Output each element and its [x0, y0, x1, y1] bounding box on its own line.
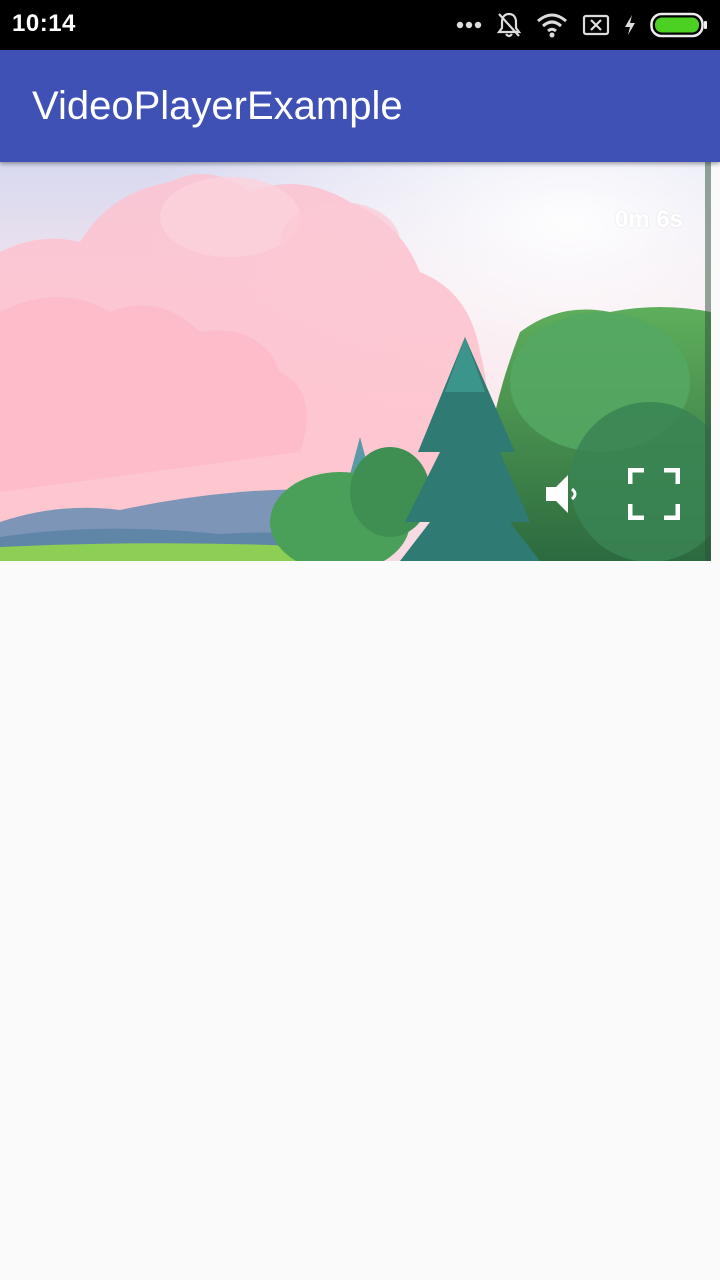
wifi-icon [536, 12, 568, 38]
notifications-off-icon [496, 11, 522, 39]
status-bar: 10:14 [0, 0, 720, 50]
video-time-label: 0m 6s [614, 206, 683, 233]
status-icons [456, 10, 708, 40]
no-sim-icon [582, 14, 610, 36]
volume-icon [544, 471, 584, 521]
volume-button[interactable] [536, 468, 592, 524]
video-frame [0, 162, 711, 561]
battery-icon [650, 12, 708, 38]
fullscreen-icon [627, 467, 681, 524]
charging-bolt-icon [624, 14, 636, 36]
more-dots-icon [456, 21, 482, 29]
fullscreen-button[interactable] [626, 467, 682, 524]
video-player[interactable]: 0m 6s [0, 162, 711, 561]
status-time: 10:14 [12, 10, 76, 37]
app-title: VideoPlayerExample [32, 84, 403, 128]
app-bar: VideoPlayerExample [0, 50, 720, 162]
